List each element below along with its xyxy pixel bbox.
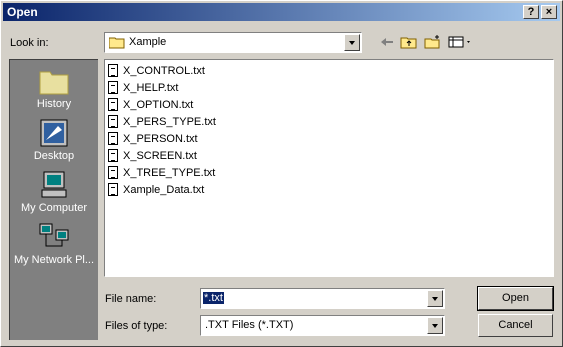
up-folder-icon[interactable] <box>400 34 418 50</box>
network-icon <box>39 223 69 247</box>
file-item[interactable]: X_CONTROL.txt <box>107 63 267 80</box>
filename-label: File name: <box>105 293 157 305</box>
lookin-combo[interactable]: Xample <box>104 32 362 53</box>
filetype-label: Files of type: <box>105 320 168 332</box>
history-icon <box>39 71 69 95</box>
file-name: X_PERSON.txt <box>123 133 198 145</box>
place-my-network[interactable]: My Network Pl... <box>10 218 98 274</box>
filetype-dropdown-button[interactable] <box>427 317 443 334</box>
file-name: X_TREE_TYPE.txt <box>123 167 216 179</box>
filename-value: *.txt <box>203 292 224 304</box>
computer-icon <box>41 171 67 198</box>
place-label: Desktop <box>33 150 75 162</box>
file-item[interactable]: X_PERS_TYPE.txt <box>107 114 267 131</box>
file-name: X_CONTROL.txt <box>123 65 205 77</box>
filetype-select[interactable]: .TXT Files (*.TXT) <box>200 315 445 336</box>
file-item[interactable]: X_PERSON.txt <box>107 131 267 148</box>
text-file-icon <box>108 149 118 162</box>
place-label: History <box>36 98 72 110</box>
place-desktop[interactable]: Desktop <box>10 114 98 170</box>
lookin-value: Xample <box>129 36 167 48</box>
new-folder-icon[interactable] <box>424 34 442 50</box>
text-file-icon <box>108 183 118 196</box>
text-file-icon <box>108 115 118 128</box>
open-button[interactable]: Open <box>477 286 554 311</box>
file-name: Xample_Data.txt <box>123 184 205 196</box>
close-button[interactable]: × <box>541 5 557 19</box>
view-menu-icon[interactable] <box>448 34 474 50</box>
help-button[interactable]: ? <box>523 5 539 19</box>
title-bar[interactable]: Open ? × <box>3 3 560 21</box>
folder-icon <box>109 37 125 49</box>
window-title: Open <box>7 5 38 19</box>
filename-dropdown-button[interactable] <box>427 290 443 307</box>
lookin-label: Look in: <box>10 37 49 49</box>
file-item[interactable]: X_SCREEN.txt <box>107 148 267 165</box>
text-file-icon <box>108 166 118 179</box>
desktop-icon <box>40 119 68 147</box>
file-item[interactable]: Xample_Data.txt <box>107 182 267 199</box>
file-name: X_HELP.txt <box>123 82 179 94</box>
filetype-value: .TXT Files (*.TXT) <box>205 319 294 331</box>
text-file-icon <box>108 132 118 145</box>
file-name: X_OPTION.txt <box>123 99 194 111</box>
text-file-icon <box>108 64 118 77</box>
cancel-button[interactable]: Cancel <box>478 314 553 337</box>
place-history[interactable]: History <box>10 62 98 118</box>
places-bar: History Desktop My Computer My Network P… <box>9 59 98 340</box>
open-dialog: Open ? × Look in: Xample History Desktop… <box>0 0 563 347</box>
lookin-dropdown-button[interactable] <box>344 34 360 51</box>
text-file-icon <box>108 98 118 111</box>
file-item[interactable]: X_TREE_TYPE.txt <box>107 165 267 182</box>
file-item[interactable]: X_HELP.txt <box>107 80 267 97</box>
filename-input[interactable]: *.txt <box>200 288 445 309</box>
place-label: My Network Pl... <box>13 254 95 266</box>
file-name: X_SCREEN.txt <box>123 150 197 162</box>
file-name: X_PERS_TYPE.txt <box>123 116 216 128</box>
place-label: My Computer <box>20 202 88 214</box>
file-list[interactable]: X_CONTROL.txt X_HELP.txt X_OPTION.txt X_… <box>104 59 554 277</box>
place-my-computer[interactable]: My Computer <box>10 166 98 222</box>
file-item[interactable]: X_OPTION.txt <box>107 97 267 114</box>
back-arrow-icon[interactable] <box>378 34 396 50</box>
text-file-icon <box>108 81 118 94</box>
